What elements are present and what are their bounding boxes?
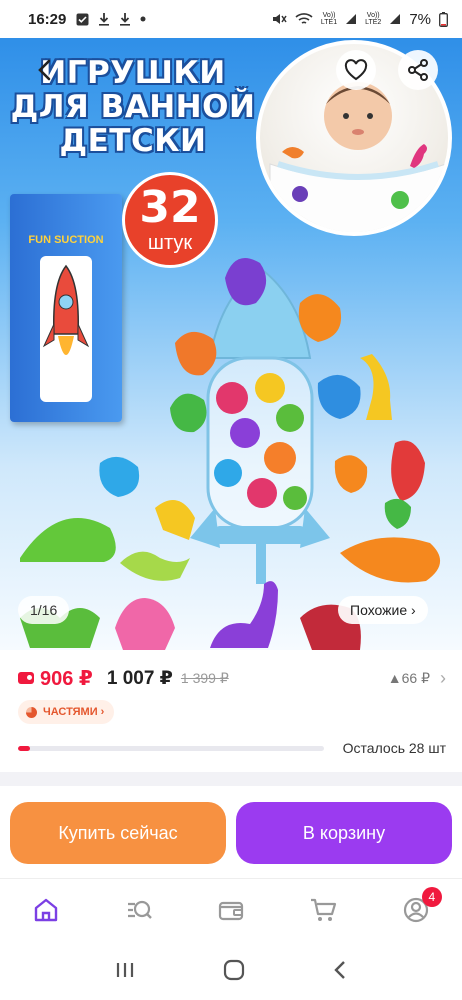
price-row: 906 ₽ 1 007 ₽ 1 399 ₽ ▲66 ₽ › [18, 664, 446, 692]
product-image-gallery[interactable]: ИГРУШКИ ДЛЯ ВАННОЙ ДЕТСКИ FUN SUCTION 32… [0, 38, 462, 650]
rocket-toys-illustration [20, 258, 441, 650]
checkbox-icon [76, 13, 89, 25]
bonus-points[interactable]: ▲66 ₽ [388, 670, 430, 687]
download-icon [99, 13, 110, 26]
stock-label: Осталось 28 шт [342, 740, 446, 756]
battery-percent: 7% [409, 10, 431, 28]
tab-home[interactable] [0, 879, 92, 940]
wallet-icon [218, 901, 244, 920]
status-bar: 16:29 Vo)) LTE1 Vo)) LTE2 7% [0, 0, 462, 38]
status-right: Vo)) LTE1 Vo)) LTE2 7% [271, 11, 448, 28]
price-section: 906 ₽ 1 007 ₽ 1 399 ₽ ▲66 ₽ › ЧАСТЯМИ › … [0, 650, 462, 772]
signal-icon [346, 14, 357, 24]
back-nav-icon[interactable] [332, 959, 348, 981]
dot-icon [140, 16, 146, 22]
installments-badge[interactable]: ЧАСТЯМИ › [18, 700, 115, 724]
tab-catalog[interactable] [92, 879, 184, 940]
installments-label: ЧАСТЯМИ › [43, 706, 105, 718]
old-price: 1 399 ₽ [180, 669, 229, 686]
action-bar: Купить сейчас В корзину [0, 786, 462, 878]
profile-badge: 4 [421, 887, 442, 907]
stock-bar [18, 745, 324, 751]
wallet-price-icon [18, 672, 34, 684]
catalog-search-icon [127, 900, 152, 919]
buy-now-button[interactable]: Купить сейчас [10, 802, 226, 864]
tab-profile[interactable]: 4 [370, 879, 462, 940]
chevron-right-icon[interactable]: › [440, 668, 446, 689]
status-time: 16:29 [28, 10, 67, 28]
wallet-price: 906 ₽ [40, 667, 93, 690]
stock-bar-fill [18, 745, 31, 751]
signal-icon [390, 14, 401, 24]
home-nav-icon[interactable] [223, 959, 245, 981]
section-divider [0, 772, 462, 786]
wifi-icon [295, 13, 313, 24]
home-icon [35, 898, 58, 921]
share-button[interactable] [398, 50, 438, 90]
stock-indicator: Осталось 28 шт [18, 740, 446, 756]
download-icon [120, 13, 131, 26]
similar-button[interactable]: Похожие › [338, 596, 428, 624]
price: 1 007 ₽ [106, 667, 173, 689]
status-notification-icons [76, 12, 146, 26]
battery-icon [439, 11, 448, 27]
chevron-left-icon [38, 59, 51, 81]
tab-cart[interactable] [277, 879, 369, 940]
cart-icon [311, 898, 337, 921]
image-counter: 1/16 [18, 596, 70, 624]
tab-wallet[interactable] [185, 879, 277, 940]
sim2-label: Vo)) LTE2 [365, 12, 382, 26]
installments-icon [26, 706, 37, 718]
system-navigation-bar [0, 940, 462, 1000]
mute-icon [272, 14, 287, 24]
recent-apps-icon[interactable] [114, 960, 136, 980]
back-button[interactable] [24, 50, 64, 90]
heart-icon [344, 59, 368, 81]
favorite-button[interactable] [336, 50, 376, 90]
bottom-tab-bar: 4 [0, 878, 462, 940]
share-icon [408, 59, 428, 81]
add-to-cart-button[interactable]: В корзину [236, 802, 452, 864]
sim1-label: Vo)) LTE1 [320, 12, 338, 26]
